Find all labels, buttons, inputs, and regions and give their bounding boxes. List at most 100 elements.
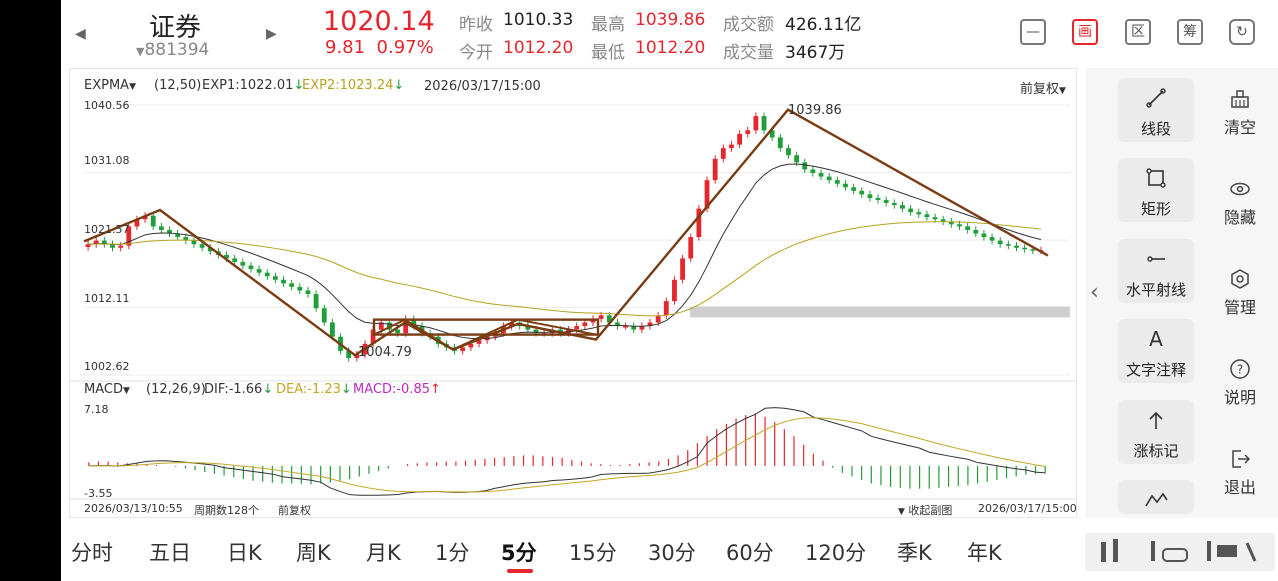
rotate-screen-icon[interactable]: ↻ <box>1229 19 1255 45</box>
candle-body <box>297 286 303 291</box>
exit-action[interactable]: 退出 <box>1211 448 1269 498</box>
tool-up-mark[interactable]: 涨标记 <box>1118 400 1194 464</box>
dea-line <box>88 417 1046 493</box>
macd-y-top: 7.18 <box>84 403 109 416</box>
tool-label: 文字注释 <box>1125 361 1186 379</box>
clear-icon <box>1211 88 1269 112</box>
tab-monthly[interactable]: 月K <box>366 537 401 567</box>
chart-settings-button[interactable] <box>1085 533 1275 571</box>
exp2-line <box>88 221 1041 317</box>
candlestick-series <box>85 112 1044 362</box>
tool-text-annotation[interactable]: A 文字注释 <box>1118 319 1194 383</box>
tab-five-day[interactable]: 五日 <box>149 537 191 567</box>
tool-rectangle[interactable]: 矩形 <box>1118 158 1194 222</box>
candle-body <box>981 233 987 238</box>
amount-value: 426.11亿 <box>785 15 862 35</box>
prev-close-label: 昨收 <box>459 15 493 35</box>
candle-body <box>810 169 816 174</box>
adjust-label: 前复权 <box>1020 82 1060 97</box>
tab-15min[interactable]: 15分 <box>569 537 617 567</box>
volume-label: 成交量 <box>723 43 774 63</box>
manage-action[interactable]: 管理 <box>1211 268 1269 318</box>
tab-daily[interactable]: 日K <box>227 537 262 567</box>
tab-1min[interactable]: 1分 <box>435 537 469 567</box>
candle-body <box>158 226 164 230</box>
tool-label: 涨标记 <box>1133 442 1179 460</box>
candle-body <box>574 326 580 330</box>
stock-code[interactable]: ▼881394 <box>136 40 209 60</box>
tab-60min[interactable]: 60分 <box>726 537 774 567</box>
candle-body <box>867 194 873 198</box>
help-action[interactable]: ? 说明 <box>1211 358 1269 408</box>
macd-series <box>88 407 1046 496</box>
y-label-4: 1012.11 <box>84 292 130 305</box>
hide-action[interactable]: 隐藏 <box>1211 178 1269 228</box>
more-tools-icon <box>1118 488 1194 512</box>
tab-intraday[interactable]: 分时 <box>71 537 113 567</box>
chart-mode-icon[interactable]: 画 <box>1072 19 1098 45</box>
candle-body <box>680 258 685 280</box>
tab-30min[interactable]: 30分 <box>648 537 696 567</box>
collapse-tools-chevron-icon[interactable]: ‹ <box>1090 280 1099 305</box>
candle-body <box>940 219 946 222</box>
macd-params: (12,26,9) <box>146 382 206 397</box>
candle-body <box>826 176 832 181</box>
next-stock-arrow-icon[interactable]: ▶ <box>266 26 277 42</box>
open-value: 1012.20 <box>503 38 574 58</box>
candle-body <box>802 162 808 170</box>
candle-body <box>916 212 922 215</box>
change-percent: 0.97% <box>376 37 434 58</box>
candle-body <box>582 322 588 327</box>
tool-label: 矩形 <box>1140 200 1171 218</box>
candle-body <box>900 205 905 209</box>
tool-line-segment[interactable]: 线段 <box>1118 78 1194 142</box>
horizontal-ray-icon <box>1118 247 1194 271</box>
price-change: 9.81 0.97% <box>325 37 434 58</box>
candle-body <box>745 130 751 134</box>
zone-icon[interactable]: 区 <box>1125 19 1151 45</box>
tool-horizontal-ray[interactable]: 水平射线 <box>1118 239 1194 303</box>
y-label-1: 1040.56 <box>84 99 130 112</box>
expma-indicator-selector[interactable]: EXPMA▼ <box>84 78 136 93</box>
tab-weekly[interactable]: 周K <box>296 537 331 567</box>
candle-body <box>1014 245 1019 248</box>
minimize-icon[interactable]: — <box>1020 19 1046 45</box>
exp2-value: EXP2:1023.24↓ <box>302 78 404 93</box>
kline-chart-svg[interactable] <box>70 69 1076 517</box>
candle-body <box>199 244 205 248</box>
candle-body <box>712 158 718 181</box>
high-annotation: 1039.86 <box>788 103 842 118</box>
candle-body <box>924 214 930 218</box>
dea-value: DEA:-1.23↓ <box>276 382 352 397</box>
candle-body <box>281 279 286 284</box>
candle-body <box>395 329 400 334</box>
tab-yearly[interactable]: 年K <box>967 537 1002 567</box>
volume-value: 3467万 <box>785 43 846 63</box>
kline-chart-panel[interactable]: EXPMA▼ (12,50) EXP1:1022.01↓ EXP2:1023.2… <box>69 68 1077 518</box>
clear-action[interactable]: 清空 <box>1211 88 1269 138</box>
chip-icon[interactable]: 筹 <box>1177 19 1203 45</box>
adjust-selector[interactable]: 前复权▼ <box>1020 78 1066 97</box>
candle-body <box>818 173 824 177</box>
tab-120min[interactable]: 120分 <box>805 537 866 567</box>
prev-stock-arrow-icon[interactable]: ◀ <box>75 26 86 42</box>
candle-body <box>329 322 335 337</box>
collapse-subchart-button[interactable]: ▼ 收起副图 <box>898 502 952 518</box>
dif-line <box>88 407 1046 496</box>
high-value: 1039.86 <box>635 10 706 30</box>
candle-body <box>321 308 327 323</box>
candle-body <box>1005 244 1011 246</box>
candle-body <box>843 183 848 188</box>
candle-body <box>737 133 742 145</box>
tool-more-partial[interactable] <box>1118 480 1194 514</box>
amount-label: 成交额 <box>723 15 774 35</box>
help-icon: ? <box>1211 358 1269 382</box>
tab-5min[interactable]: 5分 <box>501 537 537 567</box>
candle-body <box>150 215 156 227</box>
macd-indicator-selector[interactable]: MACD▼ <box>84 382 130 397</box>
adjust-dropdown-icon: ▼ <box>1059 86 1066 96</box>
candle-body <box>264 272 270 277</box>
candle-body <box>851 187 857 191</box>
tab-quarterly[interactable]: 季K <box>897 537 932 567</box>
line-segment-icon <box>1118 86 1194 110</box>
